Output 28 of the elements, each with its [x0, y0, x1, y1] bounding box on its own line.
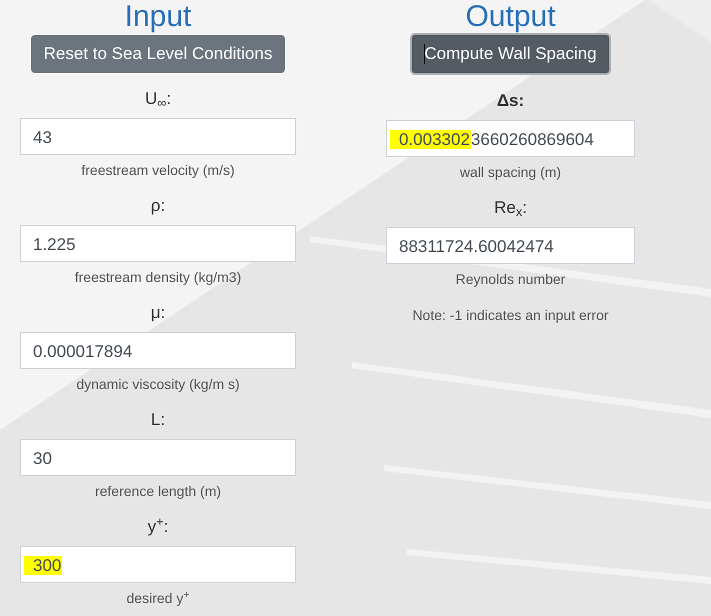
section-heading: Output — [465, 1, 556, 33]
input-field[interactable]: 88311724.60042474 — [386, 227, 635, 264]
field-label: y$^{+}$: — [146, 515, 170, 538]
section-heading: Input — [124, 1, 192, 33]
field-caption: reference length (m) — [94, 482, 222, 500]
field-label: μ: — [150, 302, 166, 324]
field-caption: freestream velocity (m/s) — [80, 161, 236, 179]
field-label: Δs: — [496, 90, 526, 112]
input-field[interactable]: 1.225 — [20, 225, 296, 262]
input-field[interactable]: 30 — [20, 439, 296, 476]
note-text: Note: -1 indicates an input error — [411, 306, 610, 325]
field-label: L: — [150, 409, 166, 431]
field-label: Re$_{x}$: — [493, 197, 528, 220]
input-field[interactable]: 43 — [20, 118, 296, 155]
field-caption: desired y$^{+}$ — [126, 589, 190, 607]
field-caption: freestream density (kg/m3) — [74, 268, 242, 286]
field-label: ρ: — [150, 195, 166, 217]
highlighted-text: 0.003302 — [390, 130, 471, 149]
field-label: U$_{∞}$: — [144, 88, 172, 111]
reset-button[interactable]: Reset to Sea Level Conditions — [30, 35, 286, 73]
input-field[interactable]: 300 — [20, 546, 296, 583]
field-caption: Reynolds number — [454, 270, 566, 288]
highlighted-text: 300 — [24, 556, 62, 575]
compute-button[interactable]: Compute Wall Spacing — [410, 33, 611, 75]
input-field[interactable]: 0.000017894 — [20, 332, 296, 369]
input-field[interactable]: 0.0033023660260869604 — [386, 120, 635, 157]
field-caption: wall spacing (m) — [458, 163, 562, 181]
field-caption: dynamic viscosity (kg/m s) — [75, 375, 241, 393]
